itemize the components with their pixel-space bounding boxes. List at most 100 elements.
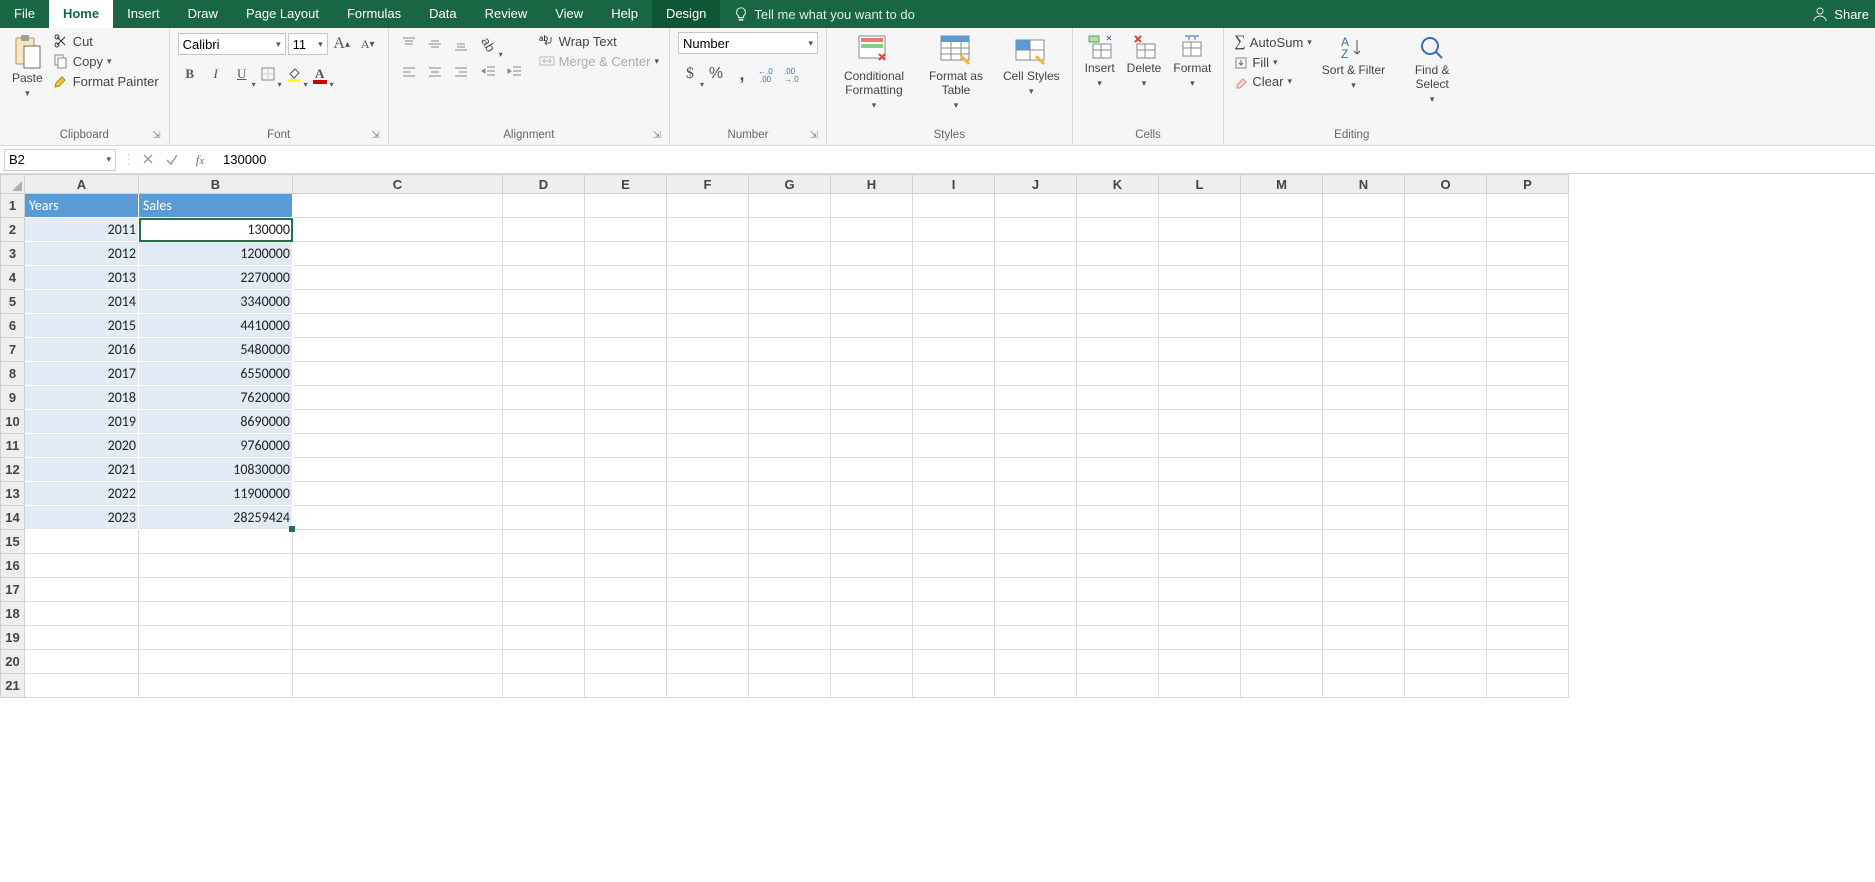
cell-A15[interactable] [25, 530, 139, 554]
cell-K1[interactable] [1077, 194, 1159, 218]
col-header-F[interactable]: F [667, 175, 749, 194]
cell-E17[interactable] [585, 578, 667, 602]
cancel-formula-button[interactable] [141, 152, 163, 168]
cell-D1[interactable] [503, 194, 585, 218]
cell-P12[interactable] [1487, 458, 1569, 482]
col-header-H[interactable]: H [831, 175, 913, 194]
cell-E14[interactable] [585, 506, 667, 530]
cell-D4[interactable] [503, 266, 585, 290]
cell-P13[interactable] [1487, 482, 1569, 506]
conditional-formatting-button[interactable]: Conditional Formatting▾ [835, 32, 913, 113]
cell-H20[interactable] [831, 650, 913, 674]
cell-I18[interactable] [913, 602, 995, 626]
cell-G8[interactable] [749, 362, 831, 386]
cell-O3[interactable] [1405, 242, 1487, 266]
cell-F7[interactable] [667, 338, 749, 362]
font-size-select[interactable]: 11▾ [288, 33, 328, 55]
cell-B5[interactable]: 3340000 [139, 290, 293, 314]
cell-E12[interactable] [585, 458, 667, 482]
cell-D8[interactable] [503, 362, 585, 386]
cell-K3[interactable] [1077, 242, 1159, 266]
cell-N8[interactable] [1323, 362, 1405, 386]
cell-P9[interactable] [1487, 386, 1569, 410]
cell-P6[interactable] [1487, 314, 1569, 338]
align-top-button[interactable] [397, 32, 421, 56]
cell-A19[interactable] [25, 626, 139, 650]
cell-E8[interactable] [585, 362, 667, 386]
tab-formulas[interactable]: Formulas [333, 0, 415, 28]
col-header-L[interactable]: L [1159, 175, 1241, 194]
row-header-18[interactable]: 18 [1, 602, 25, 626]
accept-formula-button[interactable] [165, 152, 187, 168]
cell-L18[interactable] [1159, 602, 1241, 626]
cell-C6[interactable] [293, 314, 503, 338]
cell-E16[interactable] [585, 554, 667, 578]
cell-I20[interactable] [913, 650, 995, 674]
cell-M9[interactable] [1241, 386, 1323, 410]
cell-I13[interactable] [913, 482, 995, 506]
cell-J16[interactable] [995, 554, 1077, 578]
cell-A3[interactable]: 2012 [25, 242, 139, 266]
cell-B9[interactable]: 7620000 [139, 386, 293, 410]
sort-filter-button[interactable]: AZ Sort & Filter▾ [1318, 32, 1389, 93]
tab-review[interactable]: Review [471, 0, 542, 28]
cell-J13[interactable] [995, 482, 1077, 506]
align-left-button[interactable] [397, 60, 421, 84]
cell-L13[interactable] [1159, 482, 1241, 506]
cell-P7[interactable] [1487, 338, 1569, 362]
col-header-K[interactable]: K [1077, 175, 1159, 194]
cell-N21[interactable] [1323, 674, 1405, 698]
cell-D7[interactable] [503, 338, 585, 362]
cell-K19[interactable] [1077, 626, 1159, 650]
cell-K18[interactable] [1077, 602, 1159, 626]
cell-O16[interactable] [1405, 554, 1487, 578]
cell-K6[interactable] [1077, 314, 1159, 338]
cell-E11[interactable] [585, 434, 667, 458]
cell-B8[interactable]: 6550000 [139, 362, 293, 386]
cell-O6[interactable] [1405, 314, 1487, 338]
cell-M5[interactable] [1241, 290, 1323, 314]
cell-O19[interactable] [1405, 626, 1487, 650]
cell-H3[interactable] [831, 242, 913, 266]
cell-N3[interactable] [1323, 242, 1405, 266]
underline-button[interactable]: U [230, 62, 254, 86]
cell-N7[interactable] [1323, 338, 1405, 362]
cell-C20[interactable] [293, 650, 503, 674]
cell-P3[interactable] [1487, 242, 1569, 266]
cell-I16[interactable] [913, 554, 995, 578]
cell-L12[interactable] [1159, 458, 1241, 482]
cell-H17[interactable] [831, 578, 913, 602]
cell-B15[interactable] [139, 530, 293, 554]
cell-F17[interactable] [667, 578, 749, 602]
cell-D2[interactable] [503, 218, 585, 242]
cell-O18[interactable] [1405, 602, 1487, 626]
cell-O9[interactable] [1405, 386, 1487, 410]
cell-N9[interactable] [1323, 386, 1405, 410]
cell-O7[interactable] [1405, 338, 1487, 362]
row-header-4[interactable]: 4 [1, 266, 25, 290]
row-header-2[interactable]: 2 [1, 218, 25, 242]
cell-H19[interactable] [831, 626, 913, 650]
cell-K17[interactable] [1077, 578, 1159, 602]
cell-N20[interactable] [1323, 650, 1405, 674]
cell-M16[interactable] [1241, 554, 1323, 578]
cell-A21[interactable] [25, 674, 139, 698]
cell-H2[interactable] [831, 218, 913, 242]
cell-J14[interactable] [995, 506, 1077, 530]
cell-M17[interactable] [1241, 578, 1323, 602]
cell-F2[interactable] [667, 218, 749, 242]
cell-G9[interactable] [749, 386, 831, 410]
cell-B16[interactable] [139, 554, 293, 578]
cell-L3[interactable] [1159, 242, 1241, 266]
cell-P15[interactable] [1487, 530, 1569, 554]
cell-J18[interactable] [995, 602, 1077, 626]
cell-B3[interactable]: 1200000 [139, 242, 293, 266]
cell-G14[interactable] [749, 506, 831, 530]
cell-C16[interactable] [293, 554, 503, 578]
cell-B19[interactable] [139, 626, 293, 650]
cell-A11[interactable]: 2020 [25, 434, 139, 458]
row-header-13[interactable]: 13 [1, 482, 25, 506]
cell-O10[interactable] [1405, 410, 1487, 434]
cell-N18[interactable] [1323, 602, 1405, 626]
cell-G21[interactable] [749, 674, 831, 698]
